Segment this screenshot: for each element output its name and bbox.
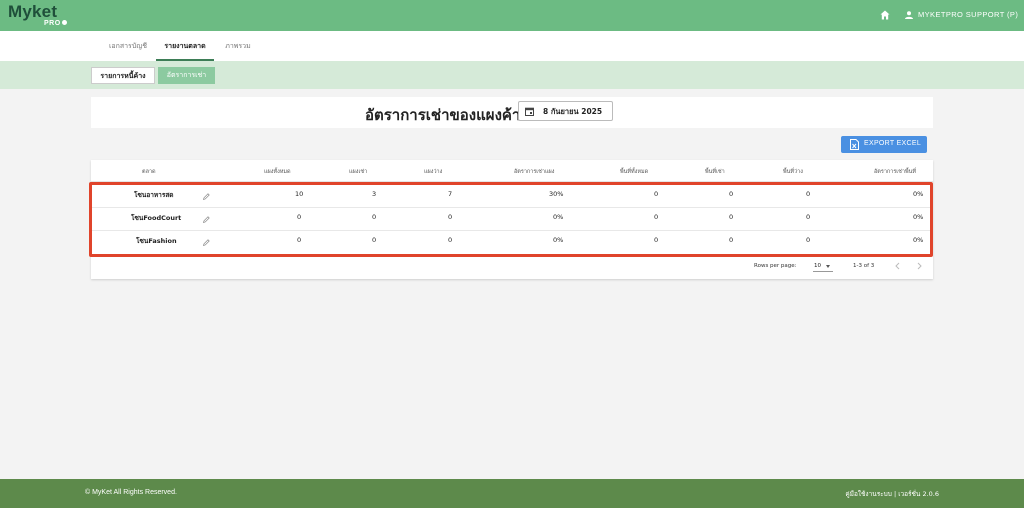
tab-bar: เอกสารบัญชี รายงานตลาด ภาพรวม <box>0 31 1024 61</box>
home-icon[interactable] <box>880 10 890 20</box>
column-header-total-area[interactable]: พื้นที่ทั้งหมด <box>620 168 648 176</box>
user-icon[interactable] <box>905 11 913 19</box>
tab-market-report[interactable]: รายงานตลาด <box>156 31 214 61</box>
caret-down-icon <box>826 265 830 268</box>
export-excel-label: EXPORT EXCEL <box>864 140 922 147</box>
tab-overview[interactable]: ภาพรวม <box>218 31 258 61</box>
user-menu[interactable]: MYKETPRO SUPPORT (P) <box>918 10 1018 19</box>
excel-icon <box>850 139 859 150</box>
top-bar: Myket PRO MYKETPRO SUPPORT (P) <box>0 0 1024 31</box>
rows-per-page-label: Rows per page: <box>754 263 797 269</box>
column-header-market[interactable]: ตลาด <box>142 168 156 176</box>
rental-rate-button[interactable]: อัตราการเช่า <box>158 67 215 84</box>
highlight-box <box>89 182 933 257</box>
logo-sub: PRO <box>44 20 67 27</box>
logo-sub-text: PRO <box>44 20 61 27</box>
column-header-area-rate[interactable]: อัตราการเช่าพื้นที่ <box>874 168 916 176</box>
user-manual-link[interactable]: คู่มือใช้งานระบบ | เวอร์ชั่น 2.0.6 <box>845 489 939 499</box>
sub-nav-bar: รายการหนี้ค้าง อัตราการเช่า <box>0 61 1024 89</box>
column-header-total-stalls[interactable]: แผงทั้งหมด <box>264 168 291 176</box>
rows-per-page-value: 10 <box>814 263 821 269</box>
logo-text: Myket <box>8 2 58 21</box>
chevron-right-icon[interactable] <box>916 262 923 270</box>
date-picker[interactable]: 8 กันยายน 2025 <box>518 101 613 121</box>
column-header-vacant-stalls[interactable]: แผงว่าง <box>424 168 442 176</box>
column-header-rented-area[interactable]: พื้นที่เช่า <box>705 168 725 176</box>
column-header-stall-rate[interactable]: อัตราการเช่าแผง <box>514 168 554 176</box>
footer: © MyKet All Rights Reserved. คู่มือใช้งา… <box>0 479 1024 508</box>
export-excel-button[interactable]: EXPORT EXCEL <box>841 136 927 153</box>
rows-per-page-select[interactable]: 10 <box>813 261 833 272</box>
copyright-text: © MyKet All Rights Reserved. <box>85 489 177 496</box>
column-header-vacant-area[interactable]: พื้นที่ว่าง <box>783 168 803 176</box>
calendar-icon <box>525 107 534 116</box>
pagination-range: 1-3 of 3 <box>853 263 875 269</box>
date-value: 8 กันยายน 2025 <box>543 107 603 116</box>
chevron-left-icon[interactable] <box>894 262 901 270</box>
outstanding-debt-button[interactable]: รายการหนี้ค้าง <box>91 67 155 84</box>
logo-dot-icon <box>61 20 67 25</box>
page-title: อัตราการเช่าของแผงค้า <box>365 106 521 124</box>
column-header-rented-stalls[interactable]: แผงเช่า <box>349 168 367 176</box>
tab-accounting-docs[interactable]: เอกสารบัญชี <box>102 31 154 61</box>
app-logo[interactable]: Myket <box>8 2 57 22</box>
